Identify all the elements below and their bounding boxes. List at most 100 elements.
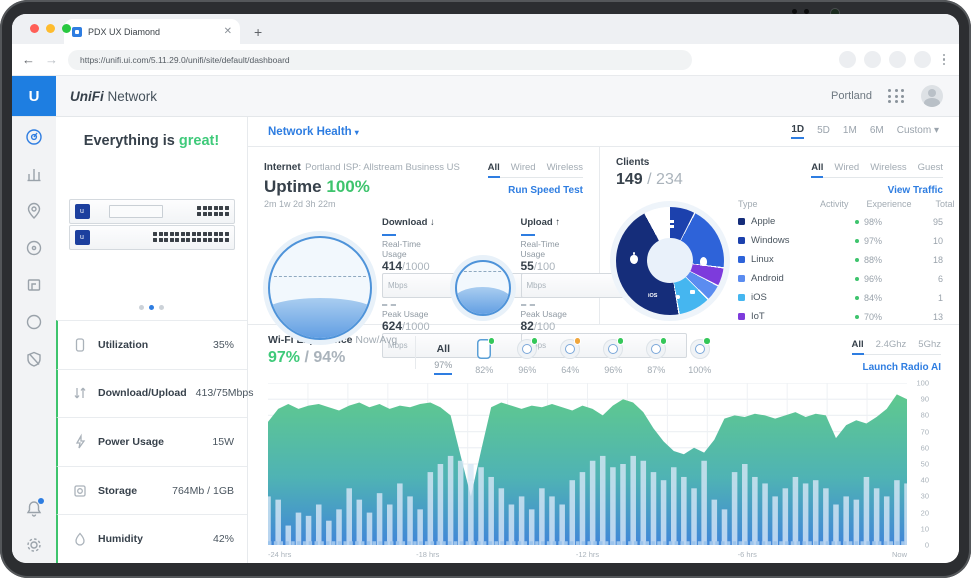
client-row-ios[interactable]: iOS84%1 [738, 288, 943, 307]
client-row-iot[interactable]: IoT70%13 [738, 307, 943, 326]
device-carousel[interactable]: u u [56, 149, 247, 299]
ap-chip-1[interactable]: 82% [473, 338, 495, 375]
new-tab-button[interactable]: + [254, 24, 262, 44]
x-tick: -24 hrs [268, 550, 291, 559]
extension-icon[interactable] [914, 51, 931, 68]
dashboard-icon[interactable] [24, 127, 44, 147]
device-logo: u [75, 204, 90, 219]
range-6m[interactable]: 6M [870, 125, 884, 138]
download-upload-icon [71, 384, 89, 402]
internet-card: Internet Portland ISP: Allstream Busines… [248, 147, 600, 324]
range-custom-[interactable]: Custom ▾ [897, 125, 939, 138]
client-row-linux[interactable]: Linux88%18 [738, 250, 943, 269]
total-value: 6 [913, 274, 943, 284]
device-stats-list: Utilization35%Download/Upload413/75MbpsP… [56, 320, 247, 563]
insights-icon[interactable] [24, 312, 44, 332]
user-avatar[interactable] [921, 85, 943, 107]
internet-tab-wired[interactable]: Wired [511, 162, 536, 173]
y-tick: 60 [921, 443, 929, 452]
range-1m[interactable]: 1M [843, 125, 857, 138]
minimize-window-button[interactable] [46, 24, 55, 33]
statistics-icon[interactable] [24, 164, 44, 184]
stat-row-power-usage[interactable]: Power Usage15W [56, 417, 247, 466]
ap-chip-5[interactable]: 87% [645, 338, 667, 375]
stat-row-humidity[interactable]: Humidity42% [56, 514, 247, 563]
realtime-swatch [382, 234, 396, 236]
client-row-android[interactable]: Android96%6 [738, 269, 943, 288]
network-health-dropdown[interactable]: Network Health▾ [268, 126, 359, 138]
stat-row-download-upload[interactable]: Download/Upload413/75Mbps [56, 369, 247, 418]
security-icon[interactable] [24, 349, 44, 369]
peak-label: Peak Usage [521, 309, 584, 319]
range-5d[interactable]: 5D [817, 125, 830, 138]
range-1d[interactable]: 1D [791, 124, 804, 139]
clients-tab-wired[interactable]: Wired [834, 162, 859, 173]
ap-chip-2[interactable]: 96% [516, 338, 538, 375]
close-window-button[interactable] [30, 24, 39, 33]
total-value: 13 [913, 312, 943, 322]
type-name: IoT [751, 311, 765, 322]
stat-value: 35% [213, 339, 234, 351]
pagination-dot[interactable] [139, 305, 144, 310]
pagination-dot[interactable] [159, 305, 164, 310]
browser-menu-icon[interactable] [939, 54, 950, 66]
window-controls[interactable] [30, 24, 71, 33]
carousel-pagination[interactable] [56, 299, 247, 320]
site-selector[interactable]: Portland [831, 90, 872, 102]
status-dot [488, 337, 496, 345]
extension-icon[interactable] [864, 51, 881, 68]
clients-tab-all[interactable]: All [811, 162, 823, 173]
stat-value: 764Mb / 1GB [172, 485, 234, 497]
ap-experience: 96% [516, 365, 538, 375]
run-speed-test-link[interactable]: Run Speed Test [508, 185, 583, 196]
tab-close-icon[interactable]: ✕ [224, 26, 232, 37]
clients-tab-guest[interactable]: Guest [918, 162, 943, 173]
apps-grid-icon[interactable] [888, 89, 905, 103]
map-icon[interactable] [24, 201, 44, 221]
status-dot [660, 337, 668, 345]
extension-icon[interactable] [839, 51, 856, 68]
internet-tab-wireless[interactable]: Wireless [547, 162, 583, 173]
tab-title: PDX UX Diamond [88, 27, 218, 37]
isp-name: Portland ISP: Allstream Business US [305, 162, 460, 173]
back-button[interactable]: ← [22, 52, 35, 67]
ap-tab-all[interactable]: All97% [434, 336, 452, 375]
launch-radio-ai-link[interactable]: Launch Radio AI [862, 362, 941, 373]
clients-icon[interactable] [24, 275, 44, 295]
clients-tab-wireless[interactable]: Wireless [870, 162, 906, 173]
y-tick: 30 [921, 492, 929, 501]
client-row-windows[interactable]: Windows97%10 [738, 231, 943, 250]
browser-tabstrip: PDX UX Diamond ✕ + [12, 14, 959, 44]
upload-title: Upload ↑ [521, 217, 584, 228]
unifi-logo[interactable]: U [12, 76, 56, 116]
notifications-icon[interactable] [24, 498, 44, 518]
ap-chip-4[interactable]: 96% [602, 338, 624, 375]
stat-row-storage[interactable]: Storage764Mb / 1GB [56, 466, 247, 515]
url-bar[interactable]: https://unifi.ui.com/5.11.29.0/unifi/sit… [68, 50, 692, 70]
ap-experience: 82% [473, 365, 495, 375]
settings-icon[interactable] [24, 535, 44, 555]
devices-icon[interactable] [24, 238, 44, 258]
band-tab-all[interactable]: All [852, 339, 864, 350]
experience-dot [855, 277, 859, 281]
maximize-window-button[interactable] [62, 24, 71, 33]
type-name: Windows [751, 235, 790, 246]
toolbar-extensions [839, 51, 950, 68]
band-tab-2-4ghz[interactable]: 2.4Ghz [876, 339, 907, 350]
browser-tab[interactable]: PDX UX Diamond ✕ [64, 19, 240, 44]
client-row-apple[interactable]: Apple98%95 [738, 212, 943, 231]
tablet-frame: PDX UX Diamond ✕ + ← → https://unifi.ui.… [0, 0, 971, 578]
forward-button[interactable]: → [45, 52, 58, 67]
extension-icon[interactable] [889, 51, 906, 68]
time-range-tabs: 1D 5D 1M 6M Custom ▾ [791, 124, 939, 139]
status-highlight: great! [179, 133, 219, 149]
band-tab-5ghz[interactable]: 5Ghz [918, 339, 941, 350]
pagination-dot-active[interactable] [149, 305, 154, 310]
stat-row-utilization[interactable]: Utilization35% [56, 320, 247, 369]
stat-value: 15W [212, 436, 234, 448]
y-tick: 10 [921, 524, 929, 533]
y-tick: 90 [921, 395, 929, 404]
ap-chip-3[interactable]: 64% [559, 338, 581, 375]
ap-chip-6[interactable]: 100% [688, 338, 711, 375]
internet-tab-all[interactable]: All [488, 162, 500, 173]
